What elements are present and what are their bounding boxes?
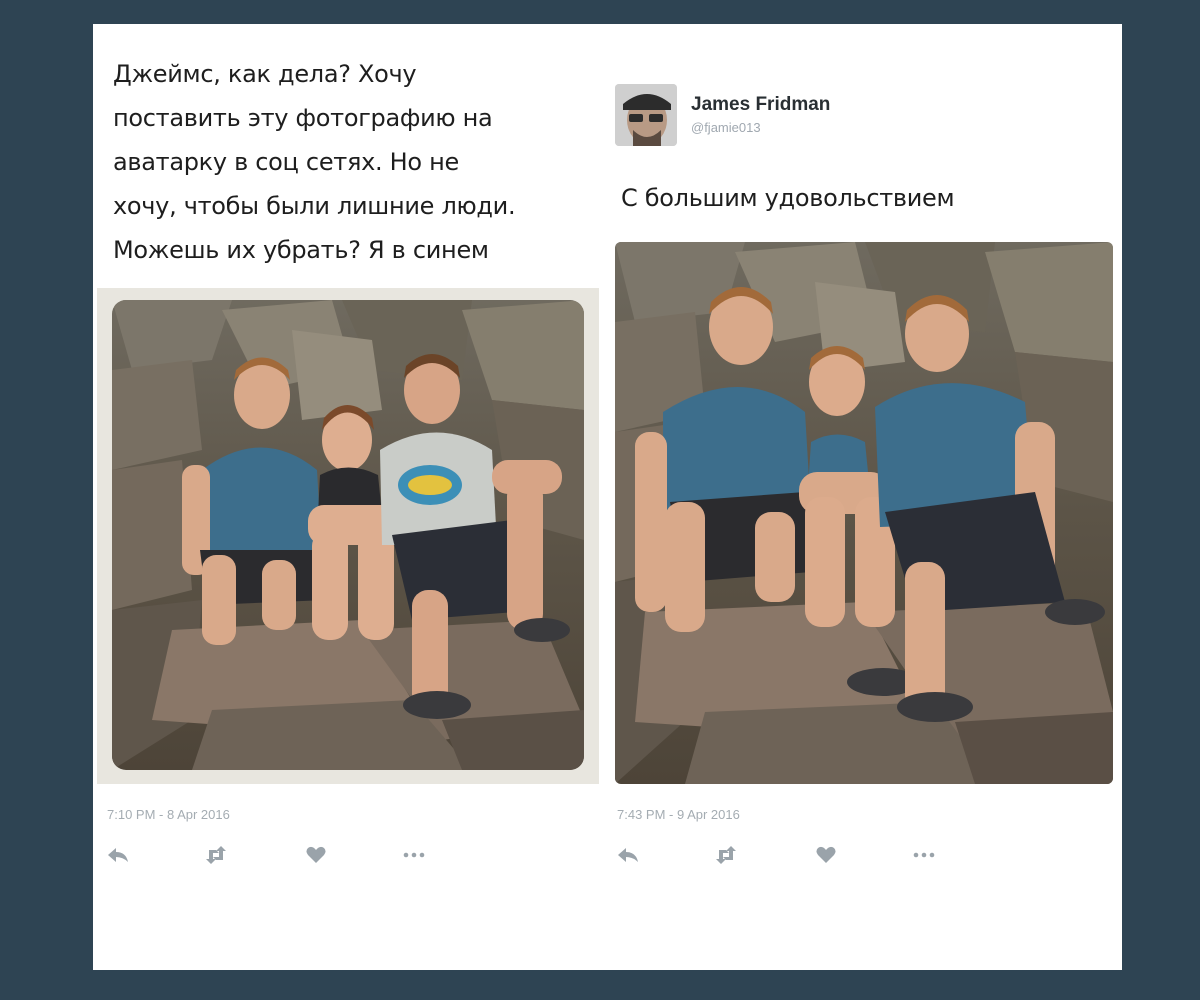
reply-icon[interactable] [615,844,643,866]
heart-icon[interactable] [303,844,331,866]
reply-tweet-actions [615,844,955,866]
reply-tweet-text: С большим удовольствием [621,184,955,212]
reply-timestamp: 7:43 PM - 9 Apr 2016 [617,807,740,822]
author-name[interactable]: James Fridman [691,94,830,116]
screenshot-card: Джеймс, как дела? Хочу поставить эту фот… [93,24,1122,970]
author-handle[interactable]: @fjamie013 [691,120,761,135]
retweet-icon[interactable] [713,844,741,866]
original-photo-frame [97,288,599,784]
retweet-icon[interactable] [203,844,231,866]
more-icon[interactable] [401,844,429,866]
original-photo[interactable] [112,300,584,770]
reply-tweet: James Fridman @fjamie013 С большим удово… [601,24,1122,970]
reply-icon[interactable] [105,844,133,866]
request-tweet: Джеймс, как дела? Хочу поставить эту фот… [93,24,601,970]
request-timestamp: 7:10 PM - 8 Apr 2016 [107,807,230,822]
request-tweet-actions [105,844,445,866]
more-icon[interactable] [911,844,939,866]
heart-icon[interactable] [813,844,841,866]
avatar[interactable] [615,84,677,146]
edited-photo[interactable] [615,242,1113,784]
request-tweet-text: Джеймс, как дела? Хочу поставить эту фот… [113,60,516,264]
